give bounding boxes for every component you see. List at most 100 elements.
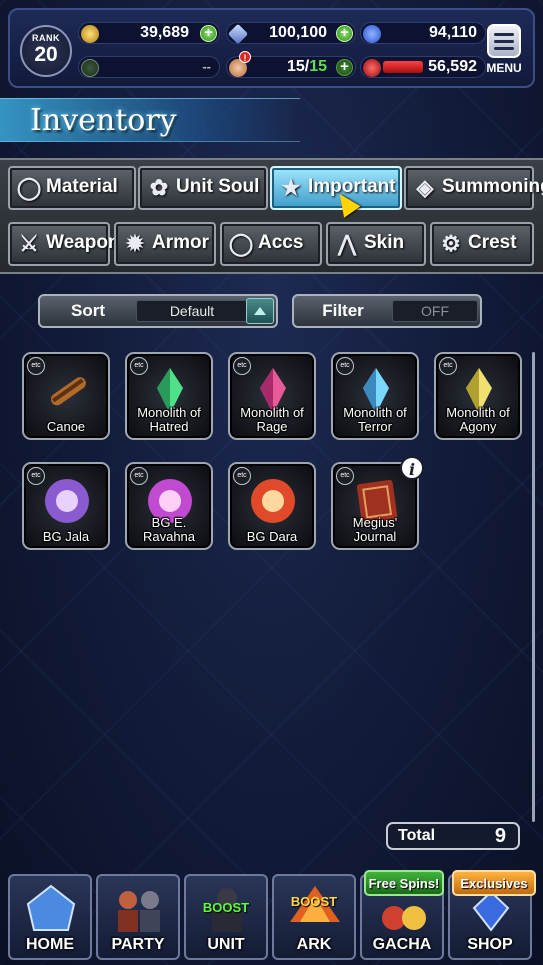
item-name: Monolith of Hatred	[137, 405, 201, 434]
bottom-nav: HOME PARTY BOOST UNIT BOOST ARK GACHA SH…	[0, 866, 543, 965]
scrollbar[interactable]	[532, 352, 535, 822]
tab-accs[interactable]: ◯ Accs	[220, 222, 322, 266]
arrow-up-icon	[254, 307, 266, 315]
sort-label: Sort	[71, 301, 105, 320]
energy-bar	[383, 61, 423, 73]
lapis-counter: --	[78, 56, 220, 78]
tab-skin[interactable]: ⋀ Skin	[326, 222, 426, 266]
bag-icon: ◯	[16, 175, 42, 200]
item-name: Monolith of Terror	[343, 405, 407, 434]
add-gil-button[interactable]: +	[200, 25, 217, 42]
tab-label: Material	[46, 176, 118, 197]
nav-label: PARTY	[111, 936, 165, 953]
armor-icon: ✹	[125, 231, 145, 256]
nav-party[interactable]: PARTY	[96, 874, 180, 960]
stamina-current: 15/	[286, 58, 310, 75]
item-bg-jala[interactable]: etc BG Jala	[22, 462, 110, 550]
accessory-icon: ◯	[228, 231, 254, 256]
item-total: Total 9	[386, 822, 520, 850]
sort-value: Default	[136, 300, 248, 322]
nav-label: ARK	[296, 936, 332, 953]
crystal-counter: 100,100 +	[226, 22, 356, 45]
background-orb-icon	[45, 479, 89, 523]
item-tag: etc	[27, 467, 45, 485]
nav-unit[interactable]: BOOST UNIT	[184, 874, 268, 960]
item-name: BG E. Ravahna	[142, 515, 196, 544]
item-name: Canoe	[46, 419, 86, 434]
filter-label: Filter	[322, 301, 364, 320]
item-monolith-rage[interactable]: etc Monolith of Rage	[228, 352, 316, 440]
gil-value: 39,689	[140, 24, 189, 41]
add-stamina-button[interactable]: +	[336, 59, 353, 76]
item-monolith-terror[interactable]: etc Monolith of Terror	[331, 352, 419, 440]
hanger-icon: ⋀	[337, 231, 357, 256]
item-tag: etc	[27, 357, 45, 375]
menu-label: MENU	[486, 61, 522, 75]
crest-icon: ⚙	[441, 231, 461, 256]
add-crystal-button[interactable]: +	[336, 25, 353, 42]
info-icon[interactable]: i	[400, 456, 424, 480]
crystal-value: 100,100	[269, 24, 327, 41]
stamina-max: 15	[309, 58, 327, 75]
item-monolith-agony[interactable]: etc Monolith of Agony	[434, 352, 522, 440]
item-tag: etc	[130, 357, 148, 375]
orb-icon	[363, 25, 381, 43]
tab-crest[interactable]: ⚙ Crest	[430, 222, 534, 266]
tab-label: Skin	[364, 232, 405, 253]
orb-value: 94,110	[428, 24, 477, 41]
item-tag: etc	[336, 467, 354, 485]
item-monolith-hatred[interactable]: etc Monolith of Hatred	[125, 352, 213, 440]
tab-armor[interactable]: ✹ Armor	[114, 222, 216, 266]
nav-label: SHOP	[467, 936, 513, 953]
tab-label: Unit Soul	[176, 176, 260, 197]
item-name: Monolith of Agony	[446, 405, 510, 434]
crystal-icon	[227, 23, 249, 45]
item-bg-e-ravahna[interactable]: etc BG E. Ravahna	[125, 462, 213, 550]
item-tag: etc	[233, 357, 251, 375]
category-tabs: ◯ Material ✿ Unit Soul ★ Important ◈ Sum…	[0, 158, 543, 274]
nav-label: HOME	[26, 936, 74, 953]
tab-unit-soul[interactable]: ✿ Unit Soul	[138, 166, 268, 210]
energy-icon	[363, 59, 381, 77]
item-tag: etc	[233, 467, 251, 485]
item-canoe[interactable]: etc Canoe	[22, 352, 110, 440]
star-icon: ★	[281, 175, 301, 200]
sort-order-button[interactable]	[246, 298, 274, 324]
item-name: BG Jala	[42, 529, 90, 544]
unit-boost-badge: BOOST	[202, 900, 250, 915]
rank-label: RANK	[32, 33, 60, 43]
item-name: Monolith of Rage	[240, 405, 304, 434]
page-title-bar: Inventory	[0, 98, 300, 142]
sort-control[interactable]: Sort Default	[38, 294, 278, 328]
tab-label: Weapon	[46, 232, 120, 253]
tab-summoning[interactable]: ◈ Summoning	[404, 166, 543, 210]
ark-boost-badge: BOOST	[290, 894, 338, 909]
total-label: Total	[398, 827, 436, 844]
rank-badge: RANK 20	[20, 25, 72, 77]
rank-value: 20	[34, 43, 58, 66]
hamburger-icon	[487, 24, 521, 58]
orb-counter: 94,110	[360, 22, 486, 44]
compass-icon	[81, 59, 99, 77]
menu-button[interactable]: MENU	[483, 24, 525, 80]
sword-icon: ⚔	[19, 231, 39, 256]
item-bg-dara[interactable]: etc BG Dara	[228, 462, 316, 550]
tab-label: Crest	[468, 232, 517, 253]
nav-home[interactable]: HOME	[8, 874, 92, 960]
nav-label: GACHA	[372, 936, 432, 953]
stamina-counter: ! 15/15 +	[226, 51, 356, 78]
canoe-icon	[50, 377, 86, 406]
nav-ark[interactable]: BOOST ARK	[272, 874, 356, 960]
background-orb-icon	[251, 479, 295, 523]
tab-weapon[interactable]: ⚔ Weapon	[8, 222, 120, 266]
summon-icon: ◈	[416, 175, 434, 200]
home-icon	[26, 884, 76, 931]
item-tag: etc	[439, 357, 457, 375]
page-title: Inventory	[30, 103, 177, 138]
party-icon	[118, 891, 160, 932]
tab-material[interactable]: ◯ Material	[8, 166, 136, 210]
item-name: BG Dara	[246, 529, 298, 544]
status-hud: RANK 20 39,689 + 100,100 + 94,110 -- ! 1…	[8, 8, 535, 88]
item-grid: etc Canoe etc Monolith of Hatred etc Mon…	[22, 352, 522, 552]
filter-control[interactable]: Filter OFF	[292, 294, 482, 328]
